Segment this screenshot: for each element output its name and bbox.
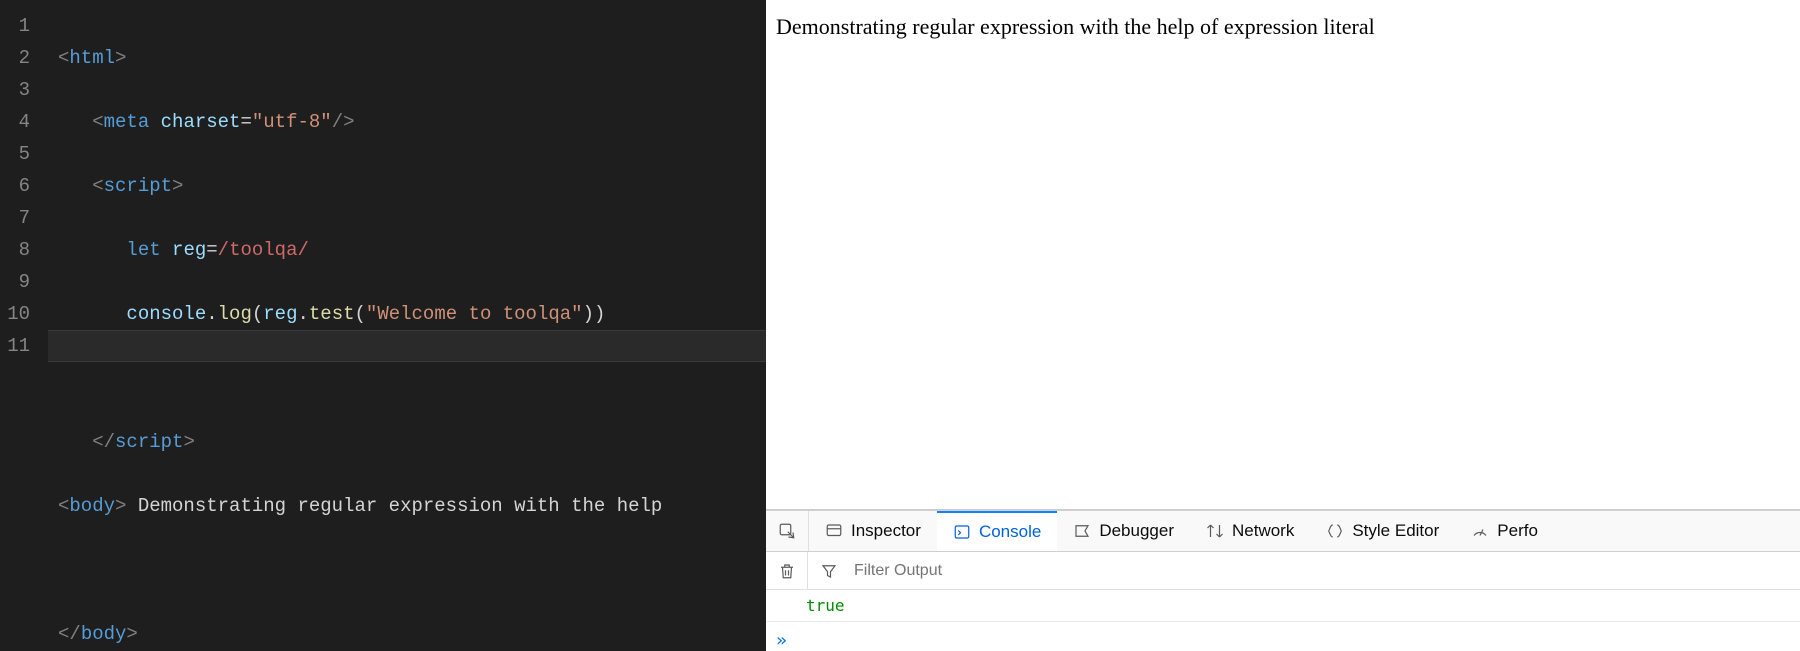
line-number: 9 bbox=[0, 266, 48, 298]
code-line: </script> bbox=[58, 426, 766, 458]
debugger-icon bbox=[1073, 522, 1091, 540]
code-line: <body> Demonstrating regular expression … bbox=[58, 490, 766, 522]
trash-icon bbox=[778, 562, 796, 580]
clear-console-button[interactable] bbox=[766, 552, 808, 589]
line-number: 10 bbox=[0, 298, 48, 330]
code-line bbox=[58, 362, 766, 394]
console-prompt[interactable]: » bbox=[766, 622, 1800, 651]
tab-label: Inspector bbox=[851, 521, 921, 541]
line-number: 4 bbox=[0, 106, 48, 138]
tab-label: Console bbox=[979, 522, 1041, 542]
tab-inspector[interactable]: Inspector bbox=[809, 511, 937, 551]
pick-element-button[interactable] bbox=[766, 511, 809, 551]
code-line: <script> bbox=[58, 170, 766, 202]
tab-label: Debugger bbox=[1099, 521, 1174, 541]
line-number: 8 bbox=[0, 234, 48, 266]
browser-pane: Demonstrating regular expression with th… bbox=[766, 0, 1800, 651]
network-icon bbox=[1206, 522, 1224, 540]
rendered-page: Demonstrating regular expression with th… bbox=[766, 0, 1800, 510]
line-number: 7 bbox=[0, 202, 48, 234]
pick-element-icon bbox=[778, 522, 796, 540]
console-output-area: true » bbox=[766, 590, 1800, 651]
performance-icon bbox=[1471, 522, 1489, 540]
filter-icon-wrap bbox=[808, 562, 846, 580]
code-line: console.log(reg.test("Welcome to toolqa"… bbox=[58, 298, 766, 330]
devtools-filter-bar bbox=[766, 552, 1800, 590]
line-number: 11 bbox=[0, 330, 48, 362]
tab-network[interactable]: Network bbox=[1190, 511, 1310, 551]
tab-style-editor[interactable]: Style Editor bbox=[1310, 511, 1455, 551]
prompt-chevron-icon: » bbox=[776, 630, 787, 651]
code-line: <meta charset="utf-8"/> bbox=[58, 106, 766, 138]
line-number: 1 bbox=[0, 10, 48, 42]
line-number: 5 bbox=[0, 138, 48, 170]
filter-output-input[interactable] bbox=[846, 562, 1800, 580]
tab-console[interactable]: Console bbox=[937, 511, 1057, 551]
line-number: 3 bbox=[0, 74, 48, 106]
page-body-text: Demonstrating regular expression with th… bbox=[776, 14, 1375, 39]
tab-debugger[interactable]: Debugger bbox=[1057, 511, 1190, 551]
code-editor[interactable]: 1 2 3 4 5 6 7 8 9 10 11 <html> <meta cha… bbox=[0, 0, 766, 651]
line-number: 2 bbox=[0, 42, 48, 74]
tab-label: Perfo bbox=[1497, 521, 1538, 541]
code-line bbox=[58, 554, 766, 586]
code-line: <html> bbox=[58, 42, 766, 74]
code-line: let reg=/toolqa/ bbox=[58, 234, 766, 266]
line-number-gutter: 1 2 3 4 5 6 7 8 9 10 11 bbox=[0, 10, 48, 362]
console-icon bbox=[953, 523, 971, 541]
line-number: 6 bbox=[0, 170, 48, 202]
tab-label: Style Editor bbox=[1352, 521, 1439, 541]
code-line: </body> bbox=[58, 618, 766, 650]
tab-label: Network bbox=[1232, 521, 1294, 541]
console-log-line: true bbox=[766, 590, 1800, 622]
inspector-icon bbox=[825, 522, 843, 540]
code-area[interactable]: <html> <meta charset="utf-8"/> <script> … bbox=[58, 10, 766, 651]
devtools-tabbar: Inspector Console Debugger Network Style… bbox=[766, 510, 1800, 552]
filter-icon bbox=[820, 562, 838, 580]
tab-performance[interactable]: Perfo bbox=[1455, 511, 1554, 551]
style-editor-icon bbox=[1326, 522, 1344, 540]
